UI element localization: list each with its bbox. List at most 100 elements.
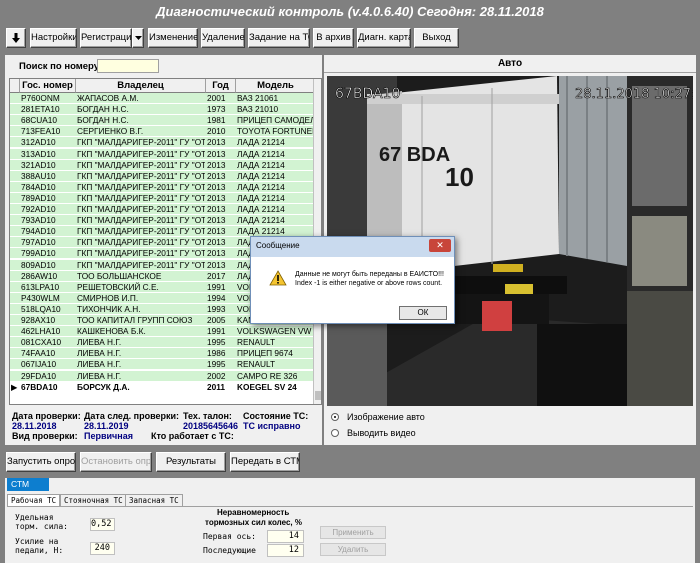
table-cell: 2002 bbox=[207, 370, 226, 381]
table-cell: 286AW10 bbox=[21, 270, 58, 281]
main-toolbar: Настройки Регистрация Изменение Удаление… bbox=[0, 24, 700, 52]
table-cell: 2013 bbox=[207, 170, 226, 181]
change-button[interactable]: Изменение bbox=[148, 28, 198, 48]
truck-plate-text: 67 BDA bbox=[379, 144, 450, 166]
table-row[interactable]: 713FEA10 СЕРГИЕНКО В.Г. 2010 TOYOTA FORTUNE… bbox=[10, 126, 314, 138]
table-cell: ТОО КАПИТАЛ ГРУПП СОЮЗ bbox=[77, 315, 193, 325]
next-axles-label: Последующие bbox=[203, 546, 256, 555]
brake-force-field[interactable]: 0,52 bbox=[90, 518, 115, 531]
table-cell: БОГДАН Н.С. bbox=[77, 104, 129, 115]
apply-button[interactable]: Применить bbox=[320, 526, 386, 539]
stm-delete-button[interactable]: Удалить bbox=[320, 543, 386, 556]
table-row[interactable]: ▶ 67BDA10 БОРСУК Д.А. 2011 KOEGEL SV 24 bbox=[10, 381, 314, 393]
table-row[interactable]: 312AD10 ГКП "МАЛДАРИГЕР-2011" ГУ "ОТДЕ 201… bbox=[10, 137, 314, 149]
action-bar: Запустить опрос Остановить опрос Результ… bbox=[0, 447, 700, 475]
table-cell: 68CUA10 bbox=[21, 115, 57, 126]
stop-poll-button[interactable]: Остановить опрос bbox=[80, 452, 152, 472]
table-cell: ЖАПАСОВ А.М. bbox=[77, 93, 139, 103]
first-axle-field[interactable]: 14 bbox=[267, 530, 304, 543]
table-row[interactable]: 321AD10 ГКП "МАЛДАРИГЕР-2011" ГУ "ОТДЕ 201… bbox=[10, 159, 314, 171]
table-cell: ЛИЕВА Н.Г. bbox=[77, 359, 122, 370]
table-row[interactable]: 462LHA10 КАШКЕНОВА Б.К. 1991 VOLKSWAGEN VW … bbox=[10, 326, 314, 338]
table-cell: 1986 bbox=[207, 348, 226, 359]
exit-button[interactable]: Выход bbox=[414, 28, 459, 48]
search-input[interactable] bbox=[97, 59, 159, 73]
table-cell: 2011 bbox=[207, 381, 225, 392]
table-cell: ГКП "МАЛДАРИГЕР-2011" ГУ "ОТДЕ bbox=[77, 204, 205, 214]
warning-icon bbox=[269, 270, 287, 286]
table-cell: 2013 bbox=[207, 259, 226, 270]
table-row[interactable]: 388AU10 ГКП "МАЛДАРИГЕР-2011" ГУ "ОТДЕ 201… bbox=[10, 170, 314, 182]
archive-button[interactable]: В архив bbox=[313, 28, 354, 48]
row-indicator-header bbox=[10, 79, 20, 93]
table-cell: 809AD10 bbox=[21, 259, 56, 270]
send-stm-button[interactable]: Передать в СТМ bbox=[230, 452, 300, 472]
tab-spare-brake[interactable]: Запасная ТС bbox=[125, 494, 183, 506]
window-title: Диагностический контроль (v.4.0.6.40) Се… bbox=[0, 0, 700, 24]
column-header-model[interactable]: Модель bbox=[236, 79, 316, 93]
table-cell: 2013 bbox=[207, 248, 226, 259]
column-header-owner[interactable]: Владелец bbox=[76, 79, 206, 93]
table-cell: 789AD10 bbox=[21, 192, 56, 203]
results-button[interactable]: Результаты bbox=[156, 452, 226, 472]
table-row[interactable]: 081CXA10 ЛИЕВА Н.Г. 1995 RENAULT bbox=[10, 337, 314, 349]
table-row[interactable]: 68CUA10 БОГДАН Н.С. 1981 ПРИЦЕП САМОДЕЛЬ bbox=[10, 115, 314, 127]
start-poll-button[interactable]: Запустить опрос bbox=[6, 452, 76, 472]
table-cell: 321AD10 bbox=[21, 159, 56, 170]
tab-stm[interactable]: СТМ bbox=[7, 478, 49, 491]
table-cell: ТОО БОЛЬШАНСКОЕ bbox=[77, 270, 162, 281]
table-cell: ГКП "МАЛДАРИГЕР-2011" ГУ "ОТДЕ bbox=[77, 237, 205, 248]
table-cell: 518LQA10 bbox=[21, 303, 61, 314]
table-cell: 928AX10 bbox=[21, 315, 56, 325]
dialog-message-line2: Index -1 is either negative or above row… bbox=[295, 280, 443, 287]
table-cell: ЛИЕВА Н.Г. bbox=[77, 337, 122, 348]
table-row[interactable]: 281ETA10 БОГДАН Н.С. 1973 ВАЗ 21010 bbox=[10, 104, 314, 116]
table-row[interactable]: 313AD10 ГКП "МАЛДАРИГЕР-2011" ГУ "ОТДЕ 201… bbox=[10, 148, 314, 160]
table-cell: ЛАДА 21214 bbox=[237, 204, 285, 214]
radio-show-image[interactable]: Изображение авто bbox=[331, 412, 425, 422]
table-row[interactable]: 792AD10 ГКП "МАЛДАРИГЕР-2011" ГУ "ОТДЕ 201… bbox=[10, 204, 314, 215]
table-row[interactable]: P760ONM ЖАПАСОВ А.М. 2001 ВАЗ 21061 bbox=[10, 93, 314, 104]
next-axles-field[interactable]: 12 bbox=[267, 544, 304, 557]
table-cell: ПРИЦЕП 9674 bbox=[237, 348, 293, 359]
table-cell: ЛАДА 21214 bbox=[237, 159, 285, 170]
column-header-year[interactable]: Год bbox=[206, 79, 236, 93]
table-row[interactable]: 29FDA10 ЛИЕВА Н.Г. 2002 CAMPO RE 326 bbox=[10, 370, 314, 382]
radio-show-image-label: Изображение авто bbox=[347, 412, 425, 422]
radio-unselected-icon bbox=[331, 429, 339, 437]
to-task-button[interactable]: Задание на ТО bbox=[248, 28, 310, 48]
table-row[interactable]: 793AD10 ГКП "МАЛДАРИГЕР-2011" ГУ "ОТДЕ 201… bbox=[10, 215, 314, 227]
table-cell: 713FEA10 bbox=[21, 126, 61, 137]
tab-parking-brake[interactable]: Стояночная ТС bbox=[60, 494, 127, 506]
table-row[interactable]: 784AD10 ГКП "МАЛДАРИГЕР-2011" ГУ "ОТДЕ 201… bbox=[10, 181, 314, 193]
settings-button[interactable]: Настройки bbox=[30, 28, 77, 48]
diag-map-button[interactable]: Диагн. карта bbox=[357, 28, 411, 48]
dialog-ok-button[interactable]: ОК bbox=[399, 306, 447, 320]
delete-button[interactable]: Удаление bbox=[201, 28, 245, 48]
stm-panel: СТМ Рабочая ТС Стояночная ТС Запасная ТС… bbox=[5, 478, 695, 563]
grid-scroll-thumb[interactable] bbox=[315, 391, 321, 400]
table-cell: P760ONM bbox=[21, 93, 60, 103]
table-row[interactable]: 74FAA10 ЛИЕВА Н.Г. 1986 ПРИЦЕП 9674 bbox=[10, 348, 314, 360]
table-cell: 1981 bbox=[207, 115, 226, 126]
column-header-plate[interactable]: Гос. номер bbox=[20, 79, 76, 93]
table-cell: ЛАДА 21214 bbox=[237, 148, 285, 159]
registration-dropdown[interactable] bbox=[132, 28, 144, 48]
table-cell: ГКП "МАЛДАРИГЕР-2011" ГУ "ОТДЕ bbox=[77, 148, 205, 159]
table-row[interactable]: 789AD10 ГКП "МАЛДАРИГЕР-2011" ГУ "ОТДЕ 201… bbox=[10, 192, 314, 204]
table-cell: 312AD10 bbox=[21, 137, 56, 148]
table-cell: БОГДАН Н.С. bbox=[77, 115, 129, 126]
message-dialog: Сообщение ✕ Данные не могут быть передан… bbox=[250, 236, 455, 324]
down-arrow-button[interactable] bbox=[6, 28, 26, 48]
worker-label: Кто работает с ТС: bbox=[151, 431, 234, 441]
table-cell: 792AD10 bbox=[21, 204, 56, 214]
dialog-body: Данные не могут быть переданы в ЕАИСТО!!… bbox=[251, 257, 454, 323]
pedal-force-field[interactable]: 240 bbox=[90, 542, 115, 555]
check-type-value: Первичная bbox=[84, 431, 133, 441]
table-cell: ГКП "МАЛДАРИГЕР-2011" ГУ "ОТДЕ bbox=[77, 192, 205, 203]
table-cell: 784AD10 bbox=[21, 181, 56, 192]
registration-button[interactable]: Регистрация bbox=[80, 28, 132, 48]
radio-show-video[interactable]: Выводить видео bbox=[331, 428, 416, 438]
table-row[interactable]: 067IJA10 ЛИЕВА Н.Г. 1995 RENAULT bbox=[10, 359, 314, 371]
dialog-close-button[interactable]: ✕ bbox=[429, 239, 451, 252]
